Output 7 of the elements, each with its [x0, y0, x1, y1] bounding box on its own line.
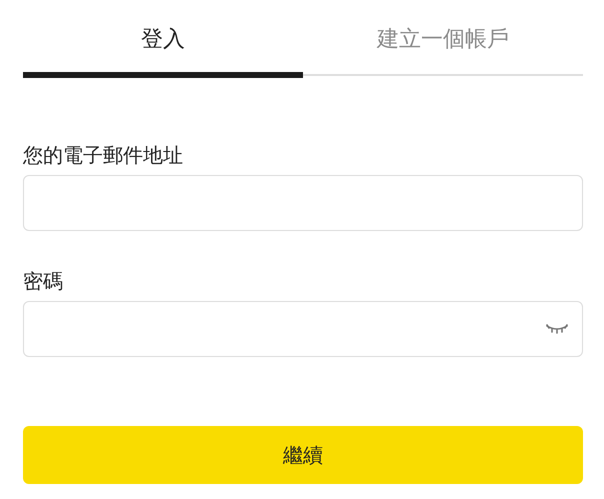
tab[interactable]: 登入: [23, 0, 303, 78]
password-field[interactable]: [23, 301, 583, 357]
field-label: 密碼: [23, 268, 64, 294]
email-field[interactable]: [23, 175, 583, 231]
eye-closed-icon[interactable]: [546, 323, 568, 335]
continue-button[interactable]: 繼續: [23, 426, 583, 484]
field-label: 您的電子郵件地址: [23, 142, 184, 168]
